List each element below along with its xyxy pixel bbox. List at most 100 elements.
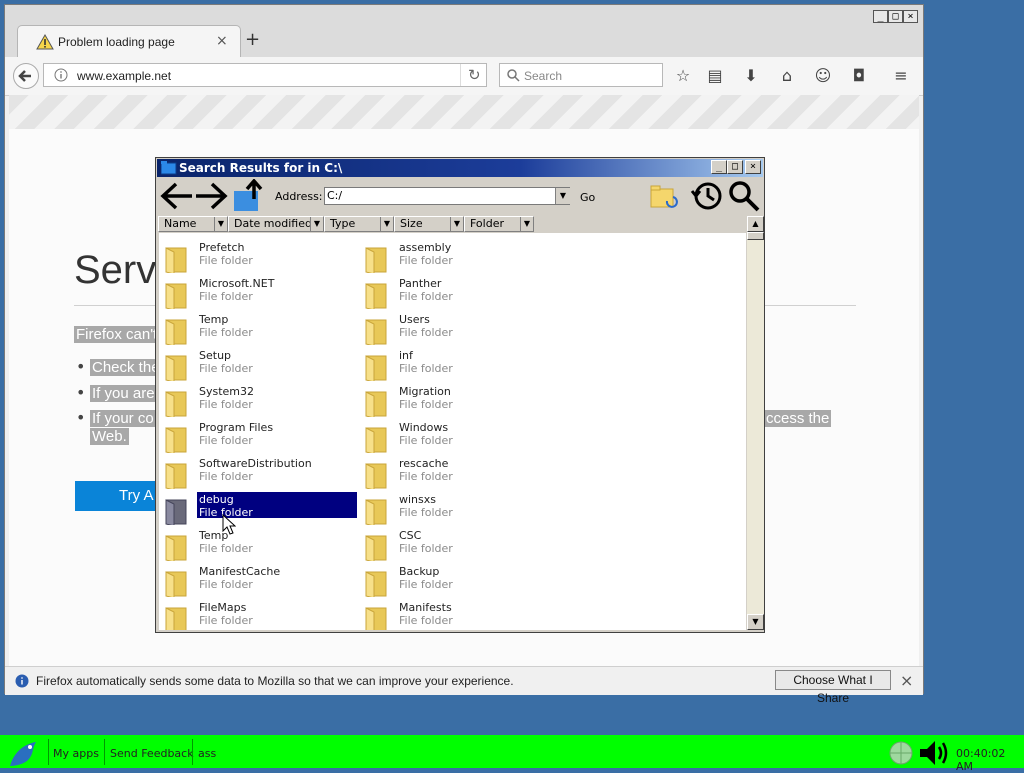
folder-type: File folder (399, 434, 453, 447)
folder-item[interactable]: Windows File folder (359, 419, 554, 455)
folder-type: File folder (399, 614, 453, 627)
tab-problem-loading[interactable]: Problem loading page × (17, 25, 241, 57)
home-icon[interactable]: ⌂ (777, 66, 797, 86)
folder-name: Manifests (399, 601, 452, 614)
chevron-down-icon[interactable]: ▼ (520, 217, 533, 231)
search-window-titlebar[interactable]: Search Results for in C:\ _ □ × (157, 159, 763, 177)
error-line-1-text: Firefox can't (74, 326, 160, 343)
folder-item[interactable]: Backup File folder (359, 563, 554, 599)
folder-type: File folder (199, 254, 253, 267)
folder-item[interactable]: inf File folder (359, 347, 554, 383)
bullet-dot: • (76, 357, 86, 376)
maximize-button[interactable]: □ (888, 10, 903, 23)
new-tab-button[interactable]: + (245, 29, 260, 50)
sr-maximize-button[interactable]: □ (727, 160, 743, 174)
folder-name: Users (399, 313, 430, 326)
search-icon[interactable] (727, 179, 761, 213)
network-globe-icon[interactable] (886, 740, 916, 766)
search-results-window: Search Results for in C:\ _ □ × Address:… (155, 157, 765, 633)
url-bar[interactable]: www.example.net ↻ (43, 63, 487, 87)
scrollbar-thumb[interactable] (747, 232, 764, 240)
folder-item[interactable]: Program Files File folder (159, 419, 354, 455)
close-window-button[interactable]: × (903, 10, 918, 23)
try-again-button[interactable]: Try A (75, 481, 165, 511)
folder-sync-icon[interactable] (649, 183, 679, 211)
folder-item[interactable]: Microsoft.NET File folder (159, 275, 354, 311)
bullet-3-end: ccess the (764, 410, 832, 427)
scroll-down-arrow-icon[interactable]: ▼ (747, 614, 764, 630)
folder-item[interactable]: winsxs File folder (359, 491, 554, 527)
up-folder-icon[interactable] (232, 179, 268, 213)
column-folder[interactable]: Folder ▼ (464, 216, 534, 232)
folder-item[interactable]: CSC File folder (359, 527, 554, 563)
folder-item[interactable]: Setup File folder (159, 347, 354, 383)
chevron-down-icon[interactable]: ▼ (214, 217, 227, 231)
chevron-down-icon[interactable]: ▼ (450, 217, 463, 231)
folder-icon (165, 247, 187, 275)
search-bar[interactable]: Search (499, 63, 663, 87)
forward-arrow-icon[interactable] (194, 179, 228, 213)
column-name[interactable]: Name ▼ (158, 216, 228, 232)
reload-icon[interactable]: ↻ (468, 66, 481, 84)
reading-list-icon[interactable]: ▤ (705, 66, 725, 86)
folder-item[interactable]: assembly File folder (359, 239, 554, 275)
minimize-button[interactable]: _ (873, 10, 888, 23)
folder-icon (165, 391, 187, 419)
folder-item[interactable]: ManifestCache File folder (159, 563, 354, 599)
bookmark-star-icon[interactable]: ☆ (673, 66, 693, 86)
address-dropdown-icon[interactable]: ▼ (555, 188, 570, 204)
sr-minimize-button[interactable]: _ (711, 160, 727, 174)
column-date-modified[interactable]: Date modified ▼ (228, 216, 324, 232)
column-size-label: Size (400, 217, 423, 230)
column-name-label: Name (164, 217, 197, 230)
bullet-2: If you are (90, 385, 157, 402)
folder-item[interactable]: debug File folder (159, 491, 358, 527)
folder-item[interactable]: Users File folder (359, 311, 554, 347)
go-button[interactable]: Go (580, 191, 595, 204)
folder-item[interactable]: System32 File folder (159, 383, 354, 419)
menu-icon[interactable]: ≡ (891, 66, 911, 86)
folder-name: Temp (199, 313, 229, 326)
folder-type: File folder (399, 542, 453, 555)
folder-item[interactable]: Prefetch File folder (159, 239, 354, 275)
pocket-icon[interactable]: ◘ (849, 66, 869, 86)
folder-item[interactable]: rescache File folder (359, 455, 554, 491)
chevron-down-icon[interactable]: ▼ (380, 217, 393, 231)
volume-icon[interactable] (918, 738, 952, 768)
taskbar-item-ass[interactable]: ass (198, 747, 216, 760)
column-size[interactable]: Size ▼ (394, 216, 464, 232)
column-type[interactable]: Type ▼ (324, 216, 394, 232)
back-button[interactable] (13, 63, 39, 89)
folder-item[interactable]: Temp File folder (159, 311, 354, 347)
sr-close-button[interactable]: × (745, 160, 761, 174)
folder-item[interactable]: Manifests File folder (359, 599, 554, 630)
url-divider (460, 64, 461, 86)
download-icon[interactable]: ⬇ (741, 66, 761, 86)
folder-item[interactable]: Temp File folder (159, 527, 354, 563)
tab-close-icon[interactable]: × (216, 33, 228, 49)
chat-icon[interactable]: ☺ (813, 66, 833, 86)
folder-item[interactable]: Migration File folder (359, 383, 554, 419)
folder-icon (165, 463, 187, 491)
tab-title: Problem loading page (58, 35, 175, 49)
folder-item[interactable]: FileMaps File folder (159, 599, 354, 630)
history-icon[interactable] (689, 179, 725, 213)
vertical-scrollbar[interactable]: ▲ ▼ (747, 216, 764, 630)
bullet-3-cont: Web. (90, 428, 129, 445)
folder-item[interactable]: SoftwareDistribution File folder (159, 455, 354, 491)
folder-icon (365, 247, 387, 275)
start-bird-icon[interactable] (6, 738, 42, 768)
back-arrow-icon[interactable] (160, 179, 194, 213)
my-apps-button[interactable]: My apps (53, 747, 99, 760)
choose-what-i-share-button[interactable]: Choose What I Share (775, 670, 891, 705)
scroll-up-arrow-icon[interactable]: ▲ (747, 216, 764, 232)
notification-close-icon[interactable]: × (900, 671, 913, 690)
folder-item[interactable]: Panther File folder (359, 275, 554, 311)
folder-icon-wrap (364, 245, 390, 275)
taskbar-separator (104, 739, 105, 765)
folder-icon (165, 499, 187, 527)
send-feedback-button[interactable]: Send Feedback (110, 747, 194, 760)
folder-icon-wrap (164, 245, 190, 275)
address-field[interactable]: C:/ ▼ (324, 187, 570, 205)
chevron-down-icon[interactable]: ▼ (310, 217, 323, 231)
